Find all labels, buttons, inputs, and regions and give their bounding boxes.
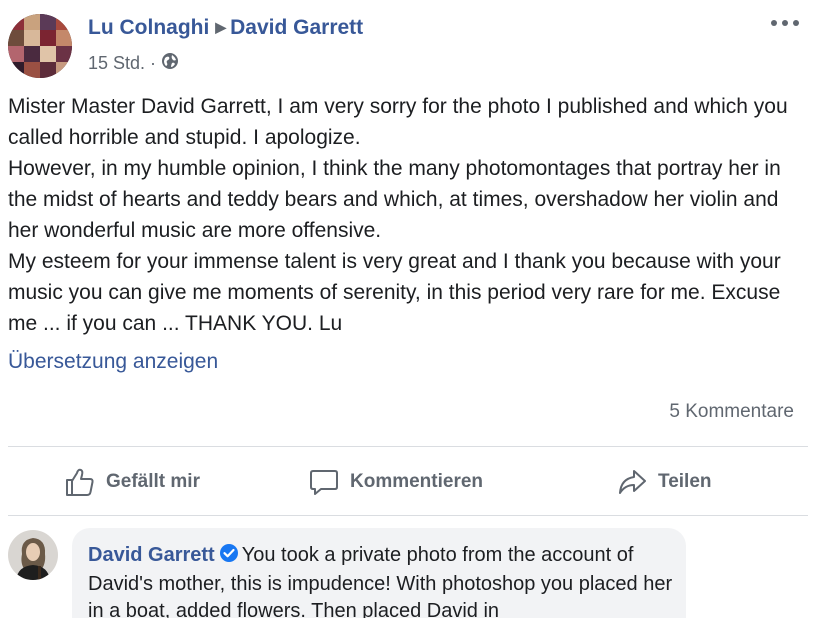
avatar-image — [8, 14, 72, 78]
arrow-right-icon: ▶ — [215, 19, 227, 35]
author-name[interactable]: Lu Colnaghi — [88, 16, 209, 39]
target-name[interactable]: David Garrett — [230, 16, 363, 39]
thumbs-up-icon — [66, 468, 94, 496]
post-text: Mister Master David Garrett, I am very s… — [8, 95, 788, 335]
post-meta: 15 Std. · — [88, 52, 179, 75]
divider — [8, 515, 808, 516]
more-options-icon[interactable] — [768, 12, 802, 34]
comment-label: Kommentieren — [350, 471, 484, 492]
post-timestamp[interactable]: 15 Std. — [88, 53, 145, 74]
share-label: Teilen — [658, 471, 712, 492]
comment-author-name[interactable]: David Garrett — [88, 544, 215, 566]
divider — [8, 446, 808, 447]
like-button[interactable]: Gefällt mir — [64, 462, 200, 502]
comment-content: David Garrett You took a private photo fr… — [88, 542, 678, 618]
globe-icon[interactable] — [161, 52, 179, 75]
post-header-names: Lu Colnaghi ▶ David Garrett — [88, 16, 363, 40]
like-label: Gefällt mir — [106, 471, 200, 492]
share-button[interactable]: Teilen — [616, 462, 712, 502]
post-body: Mister Master David Garrett, I am very s… — [8, 91, 798, 339]
comments-count-link[interactable]: 5 Kommentare — [669, 401, 794, 423]
comment-button[interactable]: Kommentieren — [308, 462, 483, 502]
translate-link[interactable]: Übersetzung anzeigen — [8, 350, 218, 374]
share-arrow-icon — [619, 470, 646, 494]
verified-badge-icon — [219, 543, 239, 571]
commenter-avatar[interactable] — [8, 530, 58, 580]
post-card: Lu Colnaghi ▶ David Garrett 15 Std. · Mist… — [0, 0, 820, 618]
meta-separator: · — [150, 53, 157, 73]
avatar-image — [8, 530, 58, 580]
speech-bubble-icon — [310, 470, 338, 495]
author-avatar[interactable] — [8, 14, 72, 78]
